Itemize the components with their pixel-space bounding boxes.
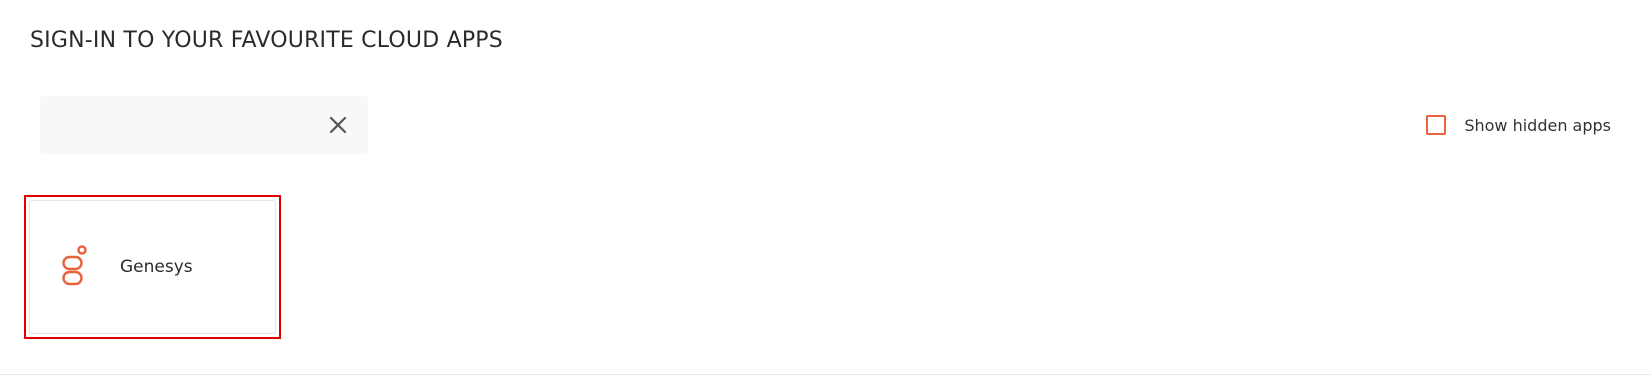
- show-hidden-apps-label: Show hidden apps: [1464, 115, 1611, 135]
- show-hidden-apps-toggle[interactable]: Show hidden apps: [1426, 112, 1611, 138]
- app-tile-genesys[interactable]: Genesys: [29, 200, 276, 334]
- app-launcher-page: SIGN-IN TO YOUR FAVOURITE CLOUD APPS Sho…: [0, 0, 1651, 375]
- close-icon[interactable]: [324, 111, 352, 139]
- genesys-logo-icon: [60, 245, 96, 289]
- search-box: [40, 96, 368, 154]
- search-input[interactable]: [58, 110, 322, 142]
- page-title: SIGN-IN TO YOUR FAVOURITE CLOUD APPS: [30, 28, 503, 53]
- app-name: Genesys: [120, 257, 193, 277]
- show-hidden-apps-checkbox[interactable]: [1426, 115, 1447, 135]
